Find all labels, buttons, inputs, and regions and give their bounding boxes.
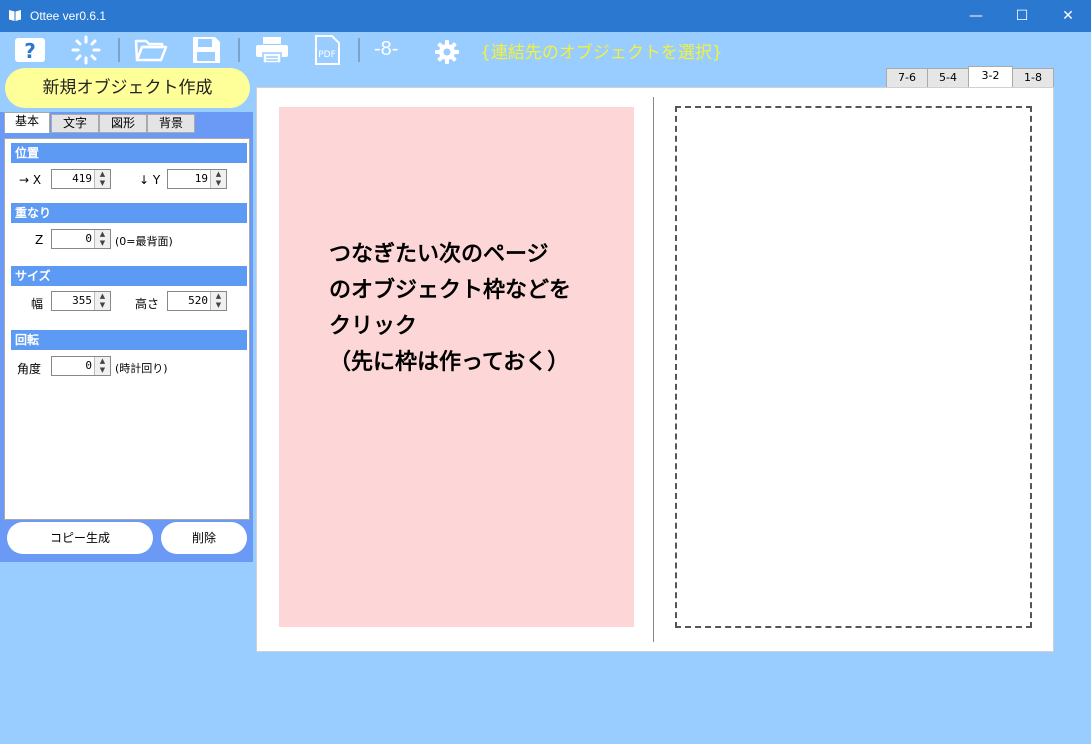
book-icon (9, 10, 21, 21)
x-value: 419 (72, 172, 92, 185)
tab-background[interactable]: 背景 (147, 114, 195, 133)
svg-text:PDF: PDF (318, 50, 336, 60)
status-message: {連結先のオブジェクトを選択} (480, 43, 723, 63)
tab-basic[interactable]: 基本 (4, 112, 50, 133)
angle-label: 角度 (17, 362, 42, 376)
panel-body: 位置 → X 419 ▲ ▼ ↓ Y 19 ▲ ▼ 重なり Z 0 ▲ ▼ (0=最背… (4, 138, 250, 520)
title-bar: Ottee ver0.6.1 — ☐ ✕ (0, 0, 1091, 32)
minimize-button[interactable]: — (953, 0, 999, 32)
angle-note: (時計回り) (115, 362, 168, 375)
width-stepper[interactable]: 355 ▲ ▼ (51, 291, 111, 311)
angle-down-icon[interactable]: ▼ (95, 366, 110, 375)
toolbar-separator (118, 38, 120, 62)
page-tab-1-8[interactable]: 1-8 (1012, 68, 1054, 88)
height-label: 高さ (135, 297, 160, 311)
width-value: 355 (72, 294, 92, 307)
z-stepper[interactable]: 0 ▲ ▼ (51, 229, 111, 249)
frame-instruction-text: つなぎたい次のページ のオブジェクト枠などを クリック （先に枠は作っておく） (329, 242, 572, 375)
angle-stepper[interactable]: 0 ▲ ▼ (51, 356, 111, 376)
y-stepper[interactable]: 19 ▲ ▼ (167, 169, 227, 189)
section-position-header: 位置 (11, 143, 247, 163)
pdf-icon[interactable]: PDF (312, 35, 342, 65)
toolbar-separator (358, 38, 360, 62)
new-object-button[interactable]: 新規オブジェクト作成 (5, 68, 250, 108)
page-tab-7-6[interactable]: 7-6 (886, 68, 928, 88)
save-icon[interactable] (190, 35, 222, 65)
z-value: 0 (85, 232, 92, 245)
page-counter: -8- (374, 38, 399, 60)
section-layer-header: 重なり (11, 203, 247, 223)
x-label: → X (19, 173, 42, 187)
delete-button[interactable]: 削除 (161, 522, 247, 554)
open-folder-icon[interactable] (134, 35, 168, 65)
section-rotation-header: 回転 (11, 330, 247, 350)
page-tab-3-2[interactable]: 3-2 (968, 66, 1013, 88)
y-label: ↓ Y (139, 173, 161, 187)
copy-button[interactable]: コピー生成 (7, 522, 153, 554)
x-stepper[interactable]: 419 ▲ ▼ (51, 169, 111, 189)
x-down-icon[interactable]: ▼ (95, 179, 110, 188)
y-value: 19 (194, 172, 208, 185)
close-button[interactable]: ✕ (1045, 0, 1091, 32)
gear-icon[interactable] (434, 37, 460, 67)
maximize-button[interactable]: ☐ (999, 0, 1045, 32)
width-down-icon[interactable]: ▼ (95, 301, 110, 310)
y-down-icon[interactable]: ▼ (211, 179, 226, 188)
target-object-frame[interactable] (675, 106, 1032, 628)
loading-icon[interactable] (70, 35, 102, 65)
svg-text:?: ? (24, 39, 36, 63)
properties-panel: 基本 文字 図形 背景 位置 → X 419 ▲ ▼ ↓ Y 19 ▲ ▼ 重なり … (0, 112, 253, 562)
angle-value: 0 (85, 359, 92, 372)
height-stepper[interactable]: 520 ▲ ▼ (167, 291, 227, 311)
z-label: Z (35, 233, 44, 247)
section-size-header: サイズ (11, 266, 247, 286)
page-divider (653, 97, 654, 642)
window-title: Ottee ver0.6.1 (30, 9, 107, 23)
width-label: 幅 (31, 297, 44, 311)
page-tab-5-4[interactable]: 5-4 (927, 68, 969, 88)
height-down-icon[interactable]: ▼ (211, 301, 226, 310)
selected-object-frame[interactable]: つなぎたい次のページ のオブジェクト枠などを クリック （先に枠は作っておく） (279, 107, 634, 627)
print-icon[interactable] (254, 35, 290, 65)
toolbar-separator (238, 38, 240, 62)
tab-text[interactable]: 文字 (51, 114, 99, 133)
tab-shape[interactable]: 図形 (99, 114, 147, 133)
height-value: 520 (188, 294, 208, 307)
z-note: (0=最背面) (115, 235, 173, 248)
help-icon[interactable]: ? (14, 35, 48, 65)
z-down-icon[interactable]: ▼ (95, 239, 110, 248)
